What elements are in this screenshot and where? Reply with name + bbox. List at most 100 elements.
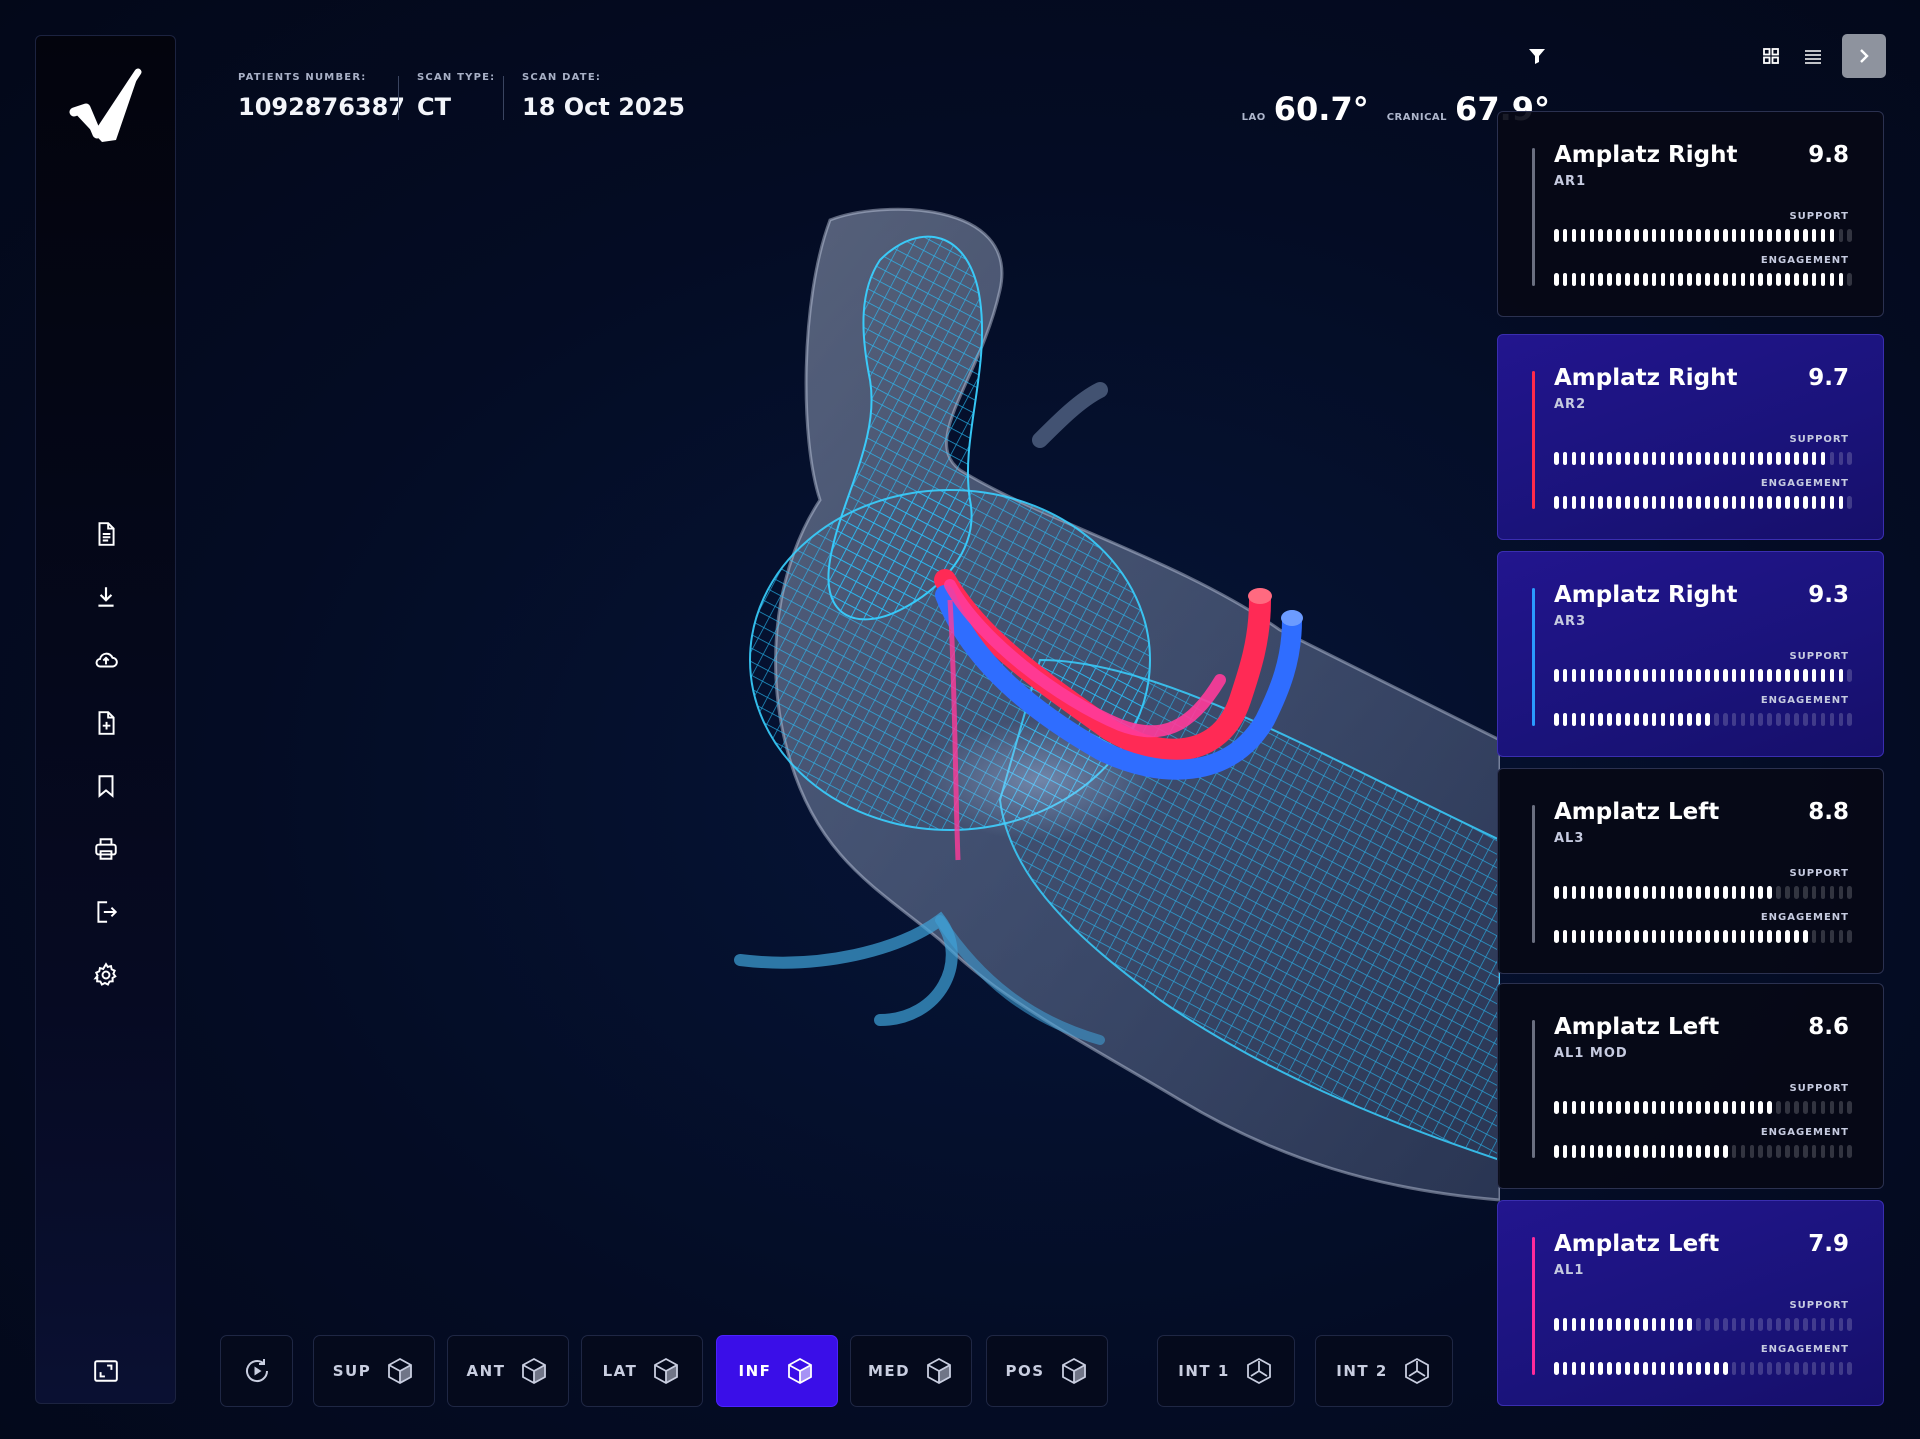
bar-segment bbox=[1714, 1100, 1719, 1114]
bar-segment bbox=[1625, 1361, 1630, 1375]
bar-segment bbox=[1616, 668, 1621, 682]
play-circle-icon bbox=[245, 1359, 268, 1383]
bar-segment bbox=[1847, 495, 1852, 509]
cloud-upload-icon[interactable] bbox=[86, 640, 126, 680]
bar-segment bbox=[1714, 885, 1719, 899]
bar-segment bbox=[1598, 272, 1604, 286]
catheter-card[interactable]: Amplatz Right AR3 9.3 SUPPORT ENGAGEMENT bbox=[1497, 551, 1884, 757]
bar-segment bbox=[1811, 668, 1817, 682]
bar-segment bbox=[1634, 1100, 1639, 1114]
bar-segment bbox=[1829, 885, 1835, 899]
list-view-icon[interactable] bbox=[1793, 36, 1833, 76]
document-icon[interactable] bbox=[86, 514, 126, 554]
bar-segment bbox=[1562, 228, 1568, 242]
bar-segment bbox=[1714, 929, 1719, 943]
catheter-score: 8.8 bbox=[1808, 799, 1849, 825]
scan-type: SCAN TYPE: CT bbox=[417, 72, 495, 121]
engagement-label: ENGAGEMENT bbox=[1760, 478, 1849, 489]
catheter-score: 8.6 bbox=[1808, 1014, 1849, 1040]
bar-segment bbox=[1838, 1317, 1844, 1331]
view-button-lat[interactable]: LAT bbox=[581, 1335, 703, 1407]
bar-segment bbox=[1642, 451, 1648, 465]
view-button-med[interactable]: MED bbox=[850, 1335, 972, 1407]
bar-segment bbox=[1571, 451, 1577, 465]
view-button-ant[interactable]: ANT bbox=[447, 1335, 569, 1407]
bar-segment bbox=[1554, 272, 1559, 286]
view-button-inf[interactable]: INF bbox=[716, 1335, 838, 1407]
bar-segment bbox=[1687, 495, 1692, 509]
bar-segment bbox=[1554, 1317, 1559, 1331]
bar-segment bbox=[1625, 1317, 1630, 1331]
bar-segment bbox=[1767, 272, 1772, 286]
catheter-card[interactable]: Amplatz Right AR1 9.8 SUPPORT ENGAGEMENT bbox=[1497, 111, 1884, 317]
filter-icon[interactable] bbox=[1517, 36, 1557, 76]
settings-gear-icon[interactable] bbox=[86, 955, 126, 995]
bar-segment bbox=[1554, 228, 1559, 242]
view-button-int-2[interactable]: INT 2 bbox=[1315, 1335, 1453, 1407]
download-icon[interactable] bbox=[86, 577, 126, 617]
bar-segment bbox=[1705, 1317, 1710, 1331]
engagement-label: ENGAGEMENT bbox=[1760, 1127, 1849, 1138]
bar-segment bbox=[1651, 712, 1657, 726]
card-accent-line bbox=[1532, 148, 1535, 286]
next-chevron-icon[interactable] bbox=[1842, 34, 1886, 78]
bookmark-icon[interactable] bbox=[86, 766, 126, 806]
bar-segment bbox=[1554, 451, 1559, 465]
fullscreen-icon[interactable] bbox=[86, 1351, 126, 1391]
bar-segment bbox=[1678, 668, 1684, 682]
play-animation-button[interactable] bbox=[220, 1335, 293, 1407]
bar-segment bbox=[1696, 1144, 1701, 1158]
add-file-icon[interactable] bbox=[86, 703, 126, 743]
bar-segment bbox=[1660, 1100, 1666, 1114]
bar-segment bbox=[1811, 495, 1817, 509]
bar-segment bbox=[1589, 228, 1595, 242]
heart-3d-viewport[interactable] bbox=[180, 140, 1502, 1310]
view-button-int-1[interactable]: INT 1 bbox=[1157, 1335, 1295, 1407]
scan-type-value: CT bbox=[417, 93, 451, 121]
bar-segment bbox=[1696, 929, 1701, 943]
view-button-sup[interactable]: SUP bbox=[313, 1335, 435, 1407]
bar-segment bbox=[1642, 272, 1648, 286]
bar-segment bbox=[1820, 228, 1826, 242]
support-bar bbox=[1554, 1100, 1852, 1114]
bar-segment bbox=[1802, 272, 1808, 286]
bar-segment bbox=[1811, 1317, 1817, 1331]
print-icon[interactable] bbox=[86, 829, 126, 869]
bar-segment bbox=[1802, 495, 1808, 509]
catheter-score: 7.9 bbox=[1808, 1231, 1849, 1257]
bar-segment bbox=[1749, 451, 1755, 465]
bar-segment bbox=[1687, 451, 1692, 465]
bar-segment bbox=[1749, 495, 1755, 509]
bar-segment bbox=[1580, 668, 1586, 682]
bar-segment bbox=[1740, 1144, 1746, 1158]
bar-segment bbox=[1598, 712, 1604, 726]
view-button-pos[interactable]: POS bbox=[986, 1335, 1108, 1407]
bar-segment bbox=[1838, 929, 1844, 943]
bar-segment bbox=[1589, 495, 1595, 509]
catheter-card[interactable]: Amplatz Left AL1 7.9 SUPPORT ENGAGEMENT bbox=[1497, 1200, 1884, 1406]
bar-segment bbox=[1829, 451, 1835, 465]
bar-segment bbox=[1749, 668, 1755, 682]
engagement-label: ENGAGEMENT bbox=[1760, 255, 1849, 266]
view-label: LAT bbox=[602, 1362, 638, 1380]
catheter-card[interactable]: Amplatz Left AL1 MOD 8.6 SUPPORT ENGAGEMENT bbox=[1497, 983, 1884, 1189]
bar-segment bbox=[1598, 668, 1604, 682]
logout-icon[interactable] bbox=[86, 892, 126, 932]
bar-segment bbox=[1571, 272, 1577, 286]
bar-segment bbox=[1696, 1100, 1701, 1114]
bar-segment bbox=[1554, 1361, 1559, 1375]
bar-segment bbox=[1571, 712, 1577, 726]
bar-segment bbox=[1696, 1317, 1701, 1331]
bar-segment bbox=[1785, 228, 1790, 242]
bar-segment bbox=[1722, 929, 1728, 943]
bar-segment bbox=[1625, 668, 1630, 682]
catheter-card[interactable]: Amplatz Right AR2 9.7 SUPPORT ENGAGEMENT bbox=[1497, 334, 1884, 540]
grid-view-icon[interactable] bbox=[1751, 36, 1791, 76]
bar-segment bbox=[1838, 1361, 1844, 1375]
bar-segment bbox=[1758, 1317, 1764, 1331]
catheter-card[interactable]: Amplatz Left AL3 8.8 SUPPORT ENGAGEMENT bbox=[1497, 768, 1884, 974]
bar-segment bbox=[1802, 712, 1808, 726]
bar-segment bbox=[1660, 495, 1666, 509]
bar-segment bbox=[1589, 712, 1595, 726]
card-accent-line bbox=[1532, 588, 1535, 726]
